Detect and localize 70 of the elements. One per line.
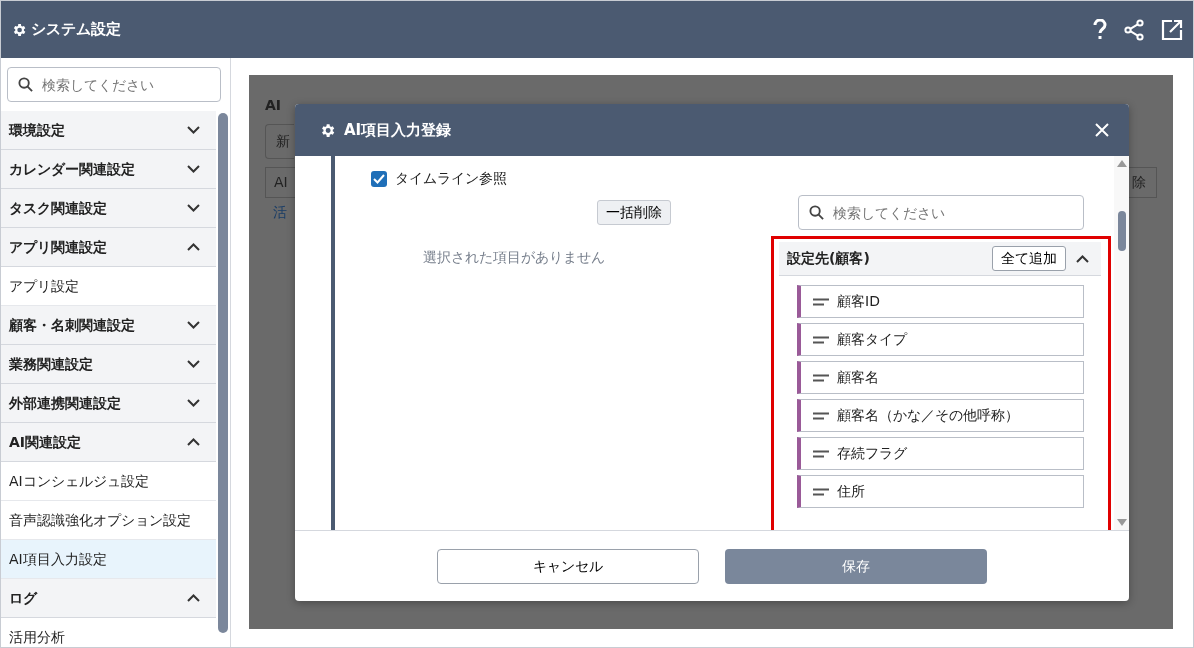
drag-handle-icon [813, 373, 829, 382]
app-title: システム設定 [31, 19, 121, 41]
chevron-down-icon[interactable] [187, 321, 200, 329]
field-item[interactable]: 顧客タイプ [797, 323, 1084, 356]
chevron-down-icon[interactable] [187, 126, 200, 134]
column-header: AI [273, 173, 289, 192]
chevron-up-icon[interactable] [187, 594, 200, 602]
chevron-down-icon[interactable] [187, 360, 200, 368]
menu-section[interactable]: 環境設定 [1, 111, 216, 150]
share-icon[interactable] [1123, 18, 1145, 41]
drag-handle-icon [813, 335, 829, 344]
search-field[interactable]: 検索してください [7, 67, 221, 102]
chevron-up-icon[interactable] [1076, 254, 1089, 263]
chevron-down-icon[interactable] [187, 165, 200, 173]
section-label: 環境設定 [9, 120, 65, 140]
menu-section[interactable]: 顧客・名刺関連設定 [1, 306, 216, 345]
section-label: カレンダー関連設定 [9, 159, 135, 179]
field-item[interactable]: 顧客ID [797, 285, 1084, 318]
drag-handle-icon [813, 297, 829, 306]
menu-section[interactable]: AI関連設定 [1, 423, 216, 462]
close-icon[interactable] [1095, 123, 1109, 137]
chevron-down-icon[interactable] [187, 204, 200, 212]
menu-section[interactable]: 外部連携関連設定 [1, 384, 216, 423]
checkbox[interactable] [371, 170, 387, 187]
menu-section[interactable]: アプリ関連設定 [1, 228, 216, 267]
column-header: 除 [1131, 173, 1147, 192]
field-item[interactable]: 顧客名（かな／その他呼称） [797, 399, 1084, 432]
drag-handle-icon [813, 487, 829, 496]
field-item[interactable]: 顧客名 [797, 361, 1084, 394]
scroll-down-icon[interactable] [1116, 519, 1127, 526]
help-icon[interactable] [1093, 18, 1107, 41]
checkbox-label: タイムライン参照 [395, 169, 507, 188]
section-label: ログ [9, 588, 37, 608]
bulk-delete-button[interactable]: 一括削除 [597, 200, 671, 225]
menu-item[interactable]: 活用分析 [1, 618, 216, 647]
search-field[interactable]: 検索してください [798, 195, 1084, 230]
cancel-button[interactable]: キャンセル [437, 548, 699, 584]
empty-message: 選択された項目がありません [422, 248, 606, 267]
menu-section[interactable]: 業務関連設定 [1, 345, 216, 384]
menu-item[interactable]: AIコンシェルジュ設定 [1, 462, 216, 501]
section-label: タスク関連設定 [9, 198, 107, 218]
menu-section[interactable]: ログ [1, 579, 216, 618]
section-label: 業務関連設定 [9, 354, 93, 374]
search-icon [18, 77, 33, 92]
group-title: 設定先(顧客) [787, 249, 871, 268]
chevron-up-icon[interactable] [187, 243, 200, 251]
menu-section[interactable]: カレンダー関連設定 [1, 150, 216, 189]
field-item[interactable]: 住所 [797, 475, 1084, 508]
search-icon [809, 205, 824, 220]
page-title: AI [265, 96, 283, 115]
gear-icon [11, 21, 27, 38]
add-all-button[interactable]: 全て追加 [992, 246, 1066, 271]
menu-section[interactable]: タスク関連設定 [1, 189, 216, 228]
scrollbar-thumb[interactable] [1117, 211, 1126, 251]
scrollbar-thumb[interactable] [218, 113, 228, 633]
external-link-icon[interactable] [1161, 18, 1183, 41]
gear-icon [319, 121, 336, 139]
scroll-up-icon[interactable] [1116, 160, 1127, 167]
chevron-up-icon[interactable] [187, 438, 200, 446]
drag-handle-icon [813, 449, 829, 458]
menu-item[interactable]: AI項目入力設定 [1, 540, 216, 579]
chevron-down-icon[interactable] [187, 399, 200, 407]
dialog-title: AI項目入力登録 [344, 119, 452, 141]
field-item[interactable]: 存続フラグ [797, 437, 1084, 470]
drag-handle-icon [813, 411, 829, 420]
section-label: 顧客・名刺関連設定 [9, 315, 135, 335]
section-label: AI関連設定 [9, 432, 82, 452]
save-button[interactable]: 保存 [725, 548, 987, 584]
section-label: 外部連携関連設定 [9, 393, 121, 413]
section-label: アプリ関連設定 [9, 237, 107, 257]
